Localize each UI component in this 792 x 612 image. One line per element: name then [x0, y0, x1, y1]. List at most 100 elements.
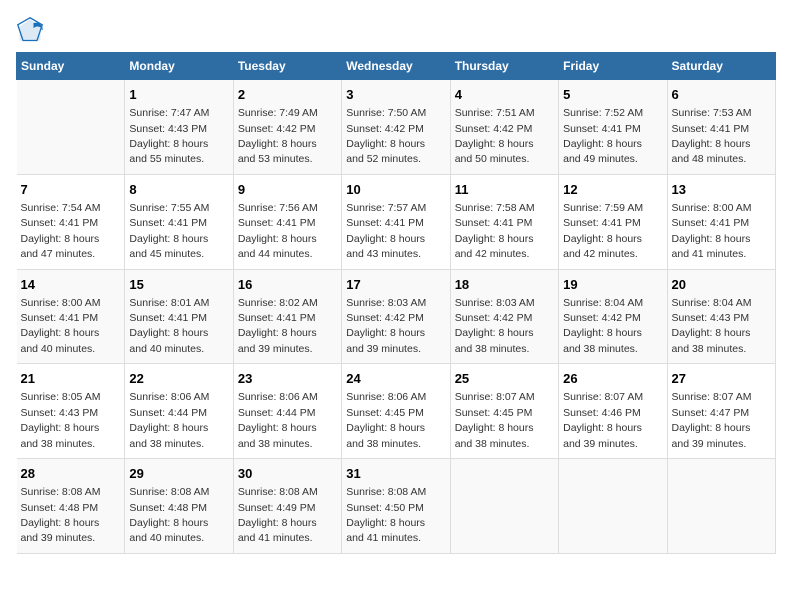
day-number: 23 — [238, 370, 337, 388]
day-number: 29 — [129, 465, 228, 483]
day-info: Sunrise: 8:02 AM Sunset: 4:41 PM Dayligh… — [238, 297, 318, 355]
day-number: 7 — [21, 181, 121, 199]
calendar-cell: 7Sunrise: 7:54 AM Sunset: 4:41 PM Daylig… — [17, 174, 125, 269]
calendar-cell: 16 Sunrise: 8:02 AM Sunset: 4:41 PM Dayli… — [233, 269, 341, 364]
calendar-cell: 23 Sunrise: 8:06 AM Sunset: 4:44 PM Dayli… — [233, 364, 341, 459]
calendar-cell: 27 Sunrise: 8:07 AM Sunset: 4:47 PM Dayli… — [667, 364, 775, 459]
day-info: Sunrise: 7:56 AM Sunset: 4:41 PM Dayligh… — [238, 202, 318, 260]
calendar-cell: 25 Sunrise: 8:07 AM Sunset: 4:45 PM Dayli… — [450, 364, 558, 459]
day-info: Sunrise: 7:57 AM Sunset: 4:41 PM Dayligh… — [346, 202, 426, 260]
header-sunday: Sunday — [17, 53, 125, 80]
day-number: 15 — [129, 276, 228, 294]
header-saturday: Saturday — [667, 53, 775, 80]
header-monday: Monday — [125, 53, 233, 80]
calendar-cell: 17Sunrise: 8:03 AM Sunset: 4:42 PM Dayli… — [342, 269, 450, 364]
day-number: 12 — [563, 181, 662, 199]
day-info: Sunrise: 7:52 AM Sunset: 4:41 PM Dayligh… — [563, 107, 643, 165]
calendar-cell: 24 Sunrise: 8:06 AM Sunset: 4:45 PM Dayli… — [342, 364, 450, 459]
day-info: Sunrise: 8:07 AM Sunset: 4:47 PM Dayligh… — [672, 391, 752, 449]
day-info: Sunrise: 8:00 AM Sunset: 4:41 PM Dayligh… — [672, 202, 752, 260]
day-number: 24 — [346, 370, 445, 388]
calendar-week-3: 14 Sunrise: 8:00 AM Sunset: 4:41 PM Dayli… — [17, 269, 776, 364]
calendar-week-4: 21Sunrise: 8:05 AM Sunset: 4:43 PM Dayli… — [17, 364, 776, 459]
day-number: 11 — [455, 181, 554, 199]
day-info: Sunrise: 8:03 AM Sunset: 4:42 PM Dayligh… — [455, 297, 535, 355]
calendar-cell: 18 Sunrise: 8:03 AM Sunset: 4:42 PM Dayli… — [450, 269, 558, 364]
day-number: 16 — [238, 276, 337, 294]
calendar-cell: 6Sunrise: 7:53 AM Sunset: 4:41 PM Daylig… — [667, 80, 775, 175]
day-info: Sunrise: 8:08 AM Sunset: 4:49 PM Dayligh… — [238, 486, 318, 544]
day-info: Sunrise: 8:04 AM Sunset: 4:42 PM Dayligh… — [563, 297, 643, 355]
calendar-cell: 31 Sunrise: 8:08 AM Sunset: 4:50 PM Dayli… — [342, 459, 450, 554]
day-number: 9 — [238, 181, 337, 199]
day-number: 22 — [129, 370, 228, 388]
day-number: 10 — [346, 181, 445, 199]
day-number: 31 — [346, 465, 445, 483]
calendar-cell: 29 Sunrise: 8:08 AM Sunset: 4:48 PM Dayli… — [125, 459, 233, 554]
calendar-cell — [17, 80, 125, 175]
day-number: 5 — [563, 86, 662, 104]
day-info: Sunrise: 8:06 AM Sunset: 4:44 PM Dayligh… — [129, 391, 209, 449]
calendar-table: SundayMondayTuesdayWednesdayThursdayFrid… — [16, 52, 776, 554]
calendar-cell: 9 Sunrise: 7:56 AM Sunset: 4:41 PM Daylig… — [233, 174, 341, 269]
day-info: Sunrise: 7:51 AM Sunset: 4:42 PM Dayligh… — [455, 107, 535, 165]
day-info: Sunrise: 8:08 AM Sunset: 4:50 PM Dayligh… — [346, 486, 426, 544]
day-number: 21 — [21, 370, 121, 388]
calendar-cell — [667, 459, 775, 554]
calendar-week-1: 1Sunrise: 7:47 AM Sunset: 4:43 PM Daylig… — [17, 80, 776, 175]
calendar-cell — [559, 459, 667, 554]
day-number: 25 — [455, 370, 554, 388]
calendar-cell: 12 Sunrise: 7:59 AM Sunset: 4:41 PM Dayli… — [559, 174, 667, 269]
calendar-cell: 30 Sunrise: 8:08 AM Sunset: 4:49 PM Dayli… — [233, 459, 341, 554]
day-number: 19 — [563, 276, 662, 294]
calendar-cell: 22 Sunrise: 8:06 AM Sunset: 4:44 PM Dayli… — [125, 364, 233, 459]
calendar-week-2: 7Sunrise: 7:54 AM Sunset: 4:41 PM Daylig… — [17, 174, 776, 269]
calendar-cell: 21Sunrise: 8:05 AM Sunset: 4:43 PM Dayli… — [17, 364, 125, 459]
day-number: 20 — [672, 276, 771, 294]
header-friday: Friday — [559, 53, 667, 80]
calendar-cell: 10 Sunrise: 7:57 AM Sunset: 4:41 PM Dayli… — [342, 174, 450, 269]
calendar-cell: 8 Sunrise: 7:55 AM Sunset: 4:41 PM Daylig… — [125, 174, 233, 269]
day-number: 30 — [238, 465, 337, 483]
calendar-cell: 1Sunrise: 7:47 AM Sunset: 4:43 PM Daylig… — [125, 80, 233, 175]
calendar-cell: 15 Sunrise: 8:01 AM Sunset: 4:41 PM Dayli… — [125, 269, 233, 364]
calendar-cell: 14 Sunrise: 8:00 AM Sunset: 4:41 PM Dayli… — [17, 269, 125, 364]
calendar-cell: 13 Sunrise: 8:00 AM Sunset: 4:41 PM Dayli… — [667, 174, 775, 269]
day-info: Sunrise: 8:08 AM Sunset: 4:48 PM Dayligh… — [21, 486, 101, 544]
day-info: Sunrise: 8:00 AM Sunset: 4:41 PM Dayligh… — [21, 297, 101, 355]
calendar-cell: 11Sunrise: 7:58 AM Sunset: 4:41 PM Dayli… — [450, 174, 558, 269]
day-number: 28 — [21, 465, 121, 483]
logo — [16, 16, 48, 44]
calendar-cell: 3Sunrise: 7:50 AM Sunset: 4:42 PM Daylig… — [342, 80, 450, 175]
day-number: 13 — [672, 181, 771, 199]
day-info: Sunrise: 8:08 AM Sunset: 4:48 PM Dayligh… — [129, 486, 209, 544]
day-info: Sunrise: 8:01 AM Sunset: 4:41 PM Dayligh… — [129, 297, 209, 355]
header-tuesday: Tuesday — [233, 53, 341, 80]
day-number: 6 — [672, 86, 771, 104]
day-number: 14 — [21, 276, 121, 294]
day-info: Sunrise: 7:50 AM Sunset: 4:42 PM Dayligh… — [346, 107, 426, 165]
day-number: 26 — [563, 370, 662, 388]
calendar-cell: 5 Sunrise: 7:52 AM Sunset: 4:41 PM Daylig… — [559, 80, 667, 175]
calendar-cell — [450, 459, 558, 554]
day-info: Sunrise: 7:59 AM Sunset: 4:41 PM Dayligh… — [563, 202, 643, 260]
day-number: 27 — [672, 370, 771, 388]
header-wednesday: Wednesday — [342, 53, 450, 80]
day-number: 2 — [238, 86, 337, 104]
day-info: Sunrise: 7:47 AM Sunset: 4:43 PM Dayligh… — [129, 107, 209, 165]
header-thursday: Thursday — [450, 53, 558, 80]
calendar-cell: 19 Sunrise: 8:04 AM Sunset: 4:42 PM Dayli… — [559, 269, 667, 364]
day-info: Sunrise: 7:55 AM Sunset: 4:41 PM Dayligh… — [129, 202, 209, 260]
calendar-week-5: 28 Sunrise: 8:08 AM Sunset: 4:48 PM Dayli… — [17, 459, 776, 554]
day-number: 17 — [346, 276, 445, 294]
page-header — [16, 16, 776, 44]
day-number: 8 — [129, 181, 228, 199]
day-info: Sunrise: 8:06 AM Sunset: 4:44 PM Dayligh… — [238, 391, 318, 449]
day-info: Sunrise: 8:06 AM Sunset: 4:45 PM Dayligh… — [346, 391, 426, 449]
calendar-cell: 4 Sunrise: 7:51 AM Sunset: 4:42 PM Daylig… — [450, 80, 558, 175]
day-number: 4 — [455, 86, 554, 104]
day-info: Sunrise: 8:07 AM Sunset: 4:46 PM Dayligh… — [563, 391, 643, 449]
day-number: 18 — [455, 276, 554, 294]
calendar-cell: 2Sunrise: 7:49 AM Sunset: 4:42 PM Daylig… — [233, 80, 341, 175]
day-info: Sunrise: 8:07 AM Sunset: 4:45 PM Dayligh… — [455, 391, 535, 449]
